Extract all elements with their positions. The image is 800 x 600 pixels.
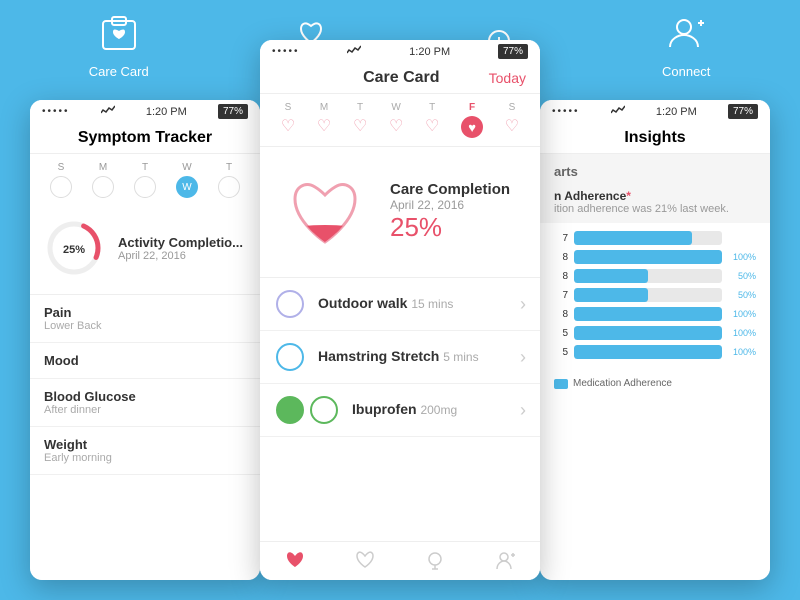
care-card-icon [94,10,144,60]
symptom-blood-glucose[interactable]: Blood Glucose After dinner [30,379,260,427]
task-check-ibuprofen-1[interactable] [276,396,304,424]
tab-care-card[interactable] [284,550,306,572]
care-completion-section: Care Completion April 22, 2016 25% [260,147,540,278]
week-day-w[interactable]: W ♡ [389,102,403,138]
bar-row-3: 8 50% [554,269,756,283]
care-card-header: Care Card Today [260,63,540,94]
task-hamstring[interactable]: Hamstring Stretch 5 mins [260,331,540,384]
day-t2: T [218,162,240,198]
care-heart-chart [280,167,370,257]
activity-completion: 25% Activity Completio... April 22, 2016 [30,202,260,295]
day-t1: T [134,162,156,198]
activity-donut: 25% [44,218,104,278]
care-completion-info: Care Completion April 22, 2016 25% [390,181,510,243]
symptom-list: Pain Lower Back Mood Blood Glucose After… [30,295,260,475]
tab-connect[interactable] [494,550,516,572]
legend-text: Medication Adherence [573,378,672,389]
bar-row-6: 5 100% [554,326,756,340]
week-day-f[interactable]: F ♥ [461,102,483,138]
nav-connect[interactable]: Connect [661,10,711,79]
connect-icon [661,10,711,60]
bar-row-1: 7 [554,231,756,245]
symptom-tracker-phone: ••••• 1:20 PM 77% Symptom Tracker S M T … [30,100,260,580]
nav-care-card[interactable]: Care Card [89,10,149,79]
bar-chart: 7 8 100% 8 50% 7 50% 8 100 [540,223,770,372]
tab-symptoms[interactable] [354,550,376,572]
symptom-weight[interactable]: Weight Early morning [30,427,260,475]
day-s1: S [50,162,72,198]
care-week-row: S ♡ M ♡ T ♡ W ♡ T ♡ F ♥ [260,94,540,147]
chart-legend: Medication Adherence [540,372,770,395]
tab-insights[interactable] [424,550,446,572]
bar-row-7: 5 100% [554,345,756,359]
legend-box [554,379,568,389]
care-bottom-tabs [260,541,540,580]
task-ibuprofen[interactable]: Ibuprofen 200mg [260,384,540,437]
symptom-pain[interactable]: Pain Lower Back [30,295,260,343]
task-check-ibuprofen-2[interactable] [310,396,338,424]
activity-info: Activity Completio... April 22, 2016 [118,235,243,262]
symptom-tracker-title: Symptom Tracker [30,123,260,154]
symptom-mood[interactable]: Mood [30,343,260,379]
task-check-hamstring[interactable] [276,343,304,371]
week-day-s1[interactable]: S ♡ [281,102,295,138]
bar-row-5: 8 100% [554,307,756,321]
bar-row-2: 8 100% [554,250,756,264]
insights-section-arts: arts [540,154,770,183]
care-card-label: Care Card [89,64,149,79]
task-outdoor-walk[interactable]: Outdoor walk 15 mins [260,278,540,331]
adherence-section: n Adherence* ition adherence was 21% las… [540,183,770,223]
day-m: M [92,162,114,198]
week-day-t1[interactable]: T ♡ [353,102,367,138]
day-w: W W [176,162,198,198]
task-list: Outdoor walk 15 mins Hamstring Stretch 5… [260,278,540,437]
bar-row-4: 7 50% [554,288,756,302]
week-day-s2[interactable]: S ♡ [505,102,519,138]
week-day-t2[interactable]: T ♡ [425,102,439,138]
today-button[interactable]: Today [489,70,526,86]
care-card-phone: ••••• 1:20 PM 77% Care Card Today S ♡ M … [260,40,540,580]
right-status-bar: ••••• 1:20 PM 77% [540,100,770,123]
left-status-bar: ••••• 1:20 PM 77% [30,100,260,123]
insights-phone: ••••• 1:20 PM 77% Insights arts n Adhere… [540,100,770,580]
center-status-bar: ••••• 1:20 PM 77% [260,40,540,63]
connect-label: Connect [662,64,710,79]
svg-text:25%: 25% [63,244,85,256]
task-check-walk[interactable] [276,290,304,318]
symptom-day-row: S M T W W T [30,154,260,202]
week-day-m[interactable]: M ♡ [317,102,331,138]
insights-title: Insights [540,123,770,154]
